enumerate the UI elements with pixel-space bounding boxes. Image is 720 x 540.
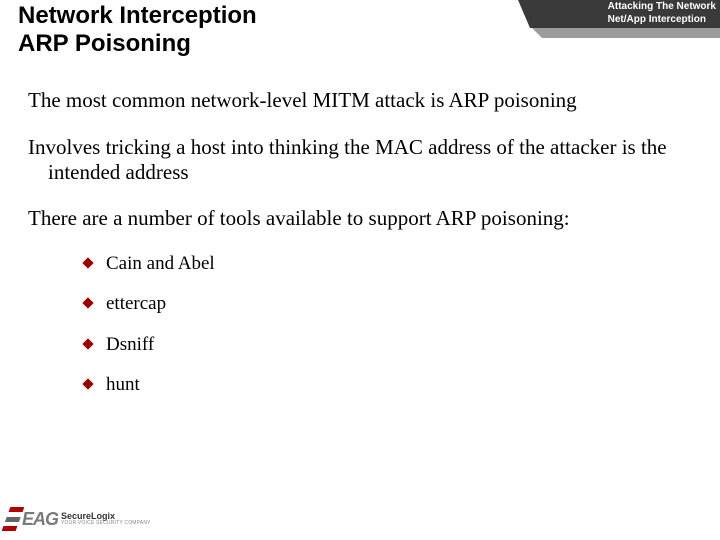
list-item: Dsniff [84, 334, 694, 356]
section-tag: Attacking The Network Net/App Intercepti… [530, 0, 720, 42]
paragraph-2: Involves tricking a host into thinking t… [28, 135, 694, 185]
logo-eag-text: EAG [22, 509, 58, 530]
tool-name: Cain and Abel [106, 253, 215, 274]
slide-title: Network Interception ARP Poisoning [18, 2, 257, 57]
diamond-bullet-icon [82, 298, 93, 309]
tool-name: Dsniff [106, 334, 154, 355]
footer-logo: EAG SecureLogix YOUR VOICE SECURITY COMP… [6, 504, 156, 534]
tag-line-1: Attacking The Network [608, 1, 716, 12]
tool-name: hunt [106, 374, 140, 395]
diamond-bullet-icon [82, 338, 93, 349]
list-item: ettercap [84, 293, 694, 315]
tool-list: Cain and Abel ettercap Dsniff hunt [84, 253, 694, 397]
logo-stripes-icon [2, 507, 25, 531]
diamond-bullet-icon [82, 257, 93, 268]
section-tag-text: Attacking The Network Net/App Intercepti… [608, 1, 716, 26]
diamond-bullet-icon [82, 379, 93, 390]
logo-subtext: SecureLogix YOUR VOICE SECURITY COMPANY [61, 512, 151, 526]
logo-tagline: YOUR VOICE SECURITY COMPANY [61, 521, 151, 526]
list-item: Cain and Abel [84, 253, 694, 275]
slide-header: Network Interception ARP Poisoning Attac… [0, 0, 720, 60]
paragraph-1: The most common network-level MITM attac… [28, 88, 694, 113]
tag-bg-light [542, 28, 720, 38]
tool-name: ettercap [106, 293, 166, 314]
list-item: hunt [84, 374, 694, 396]
tag-line-2: Net/App Interception [608, 14, 706, 25]
slide-body: The most common network-level MITM attac… [0, 60, 720, 397]
paragraph-3: There are a number of tools available to… [28, 206, 694, 231]
